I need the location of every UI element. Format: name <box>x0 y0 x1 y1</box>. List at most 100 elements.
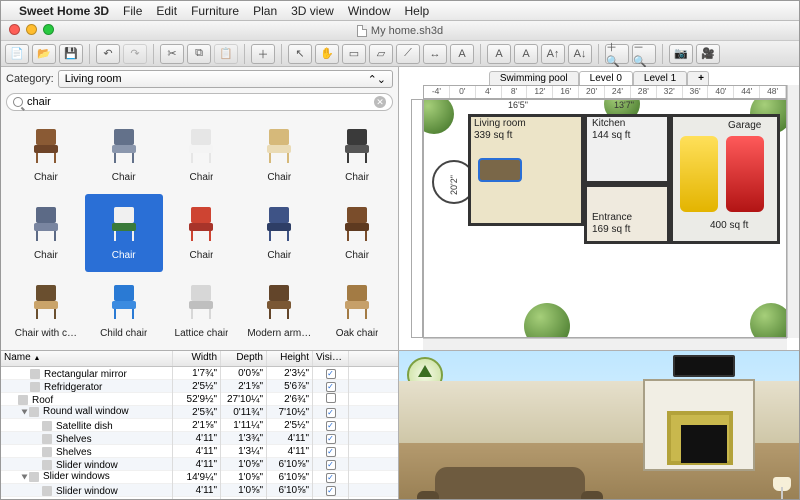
italic-button[interactable]: A <box>514 44 538 64</box>
plan-vertical-scrollbar[interactable] <box>787 85 799 338</box>
visible-checkbox[interactable]: ✓ <box>326 486 336 496</box>
room-tool-button[interactable]: ▱ <box>369 44 393 64</box>
plan-view-panel[interactable]: Swimming pool Level 0 Level 1 + -4'0'4'8… <box>399 67 799 351</box>
zoom-out-button[interactable]: －🔍 <box>632 44 656 64</box>
visible-checkbox[interactable]: ✓ <box>326 460 336 470</box>
document-proxy-icon[interactable] <box>357 25 367 37</box>
toolbar-separator <box>153 44 154 64</box>
catalog-search-field[interactable]: ✕ <box>6 93 393 111</box>
wall-tool-button[interactable]: ▭ <box>342 44 366 64</box>
plan-canvas[interactable]: 16'5" 13'7" 20'2" 20'6" Living room339 s… <box>423 99 787 338</box>
catalog-item[interactable]: Chair <box>163 194 241 272</box>
category-select[interactable]: Living room ⌃⌄ <box>58 70 393 88</box>
catalog-item[interactable]: Oak chair <box>318 272 396 350</box>
level-tabs: Swimming pool Level 0 Level 1 + <box>399 67 799 85</box>
3d-view-panel[interactable] <box>399 351 799 500</box>
catalog-item[interactable]: Chair <box>7 116 85 194</box>
catalog-search-input[interactable] <box>27 96 370 108</box>
polyline-tool-button[interactable]: ⟋ <box>396 44 420 64</box>
cut-button[interactable]: ✂ <box>160 44 184 64</box>
ruler-tick: 24' <box>605 86 631 98</box>
tab-swimming-pool[interactable]: Swimming pool <box>489 71 579 85</box>
furniture-row[interactable]: Slider window 4'11" 1'0⅝" 6'10⅝" ✓ <box>1 458 398 471</box>
select-tool-button[interactable]: ↖ <box>288 44 312 64</box>
visible-checkbox[interactable]: ✓ <box>326 434 336 444</box>
add-level-button[interactable]: + <box>687 71 709 85</box>
ruler-tick: -4' <box>424 86 450 98</box>
catalog-item[interactable]: Child chair <box>85 272 163 350</box>
catalog-item-label: Modern arm… <box>247 328 311 339</box>
plan-item-sofa[interactable] <box>478 158 522 182</box>
menu-help[interactable]: Help <box>405 4 430 18</box>
catalog-item[interactable]: Modern arm… <box>240 272 318 350</box>
ruler-tick: 8' <box>502 86 528 98</box>
visible-checkbox[interactable]: ✓ <box>326 421 336 431</box>
car-yellow-icon[interactable] <box>680 136 718 212</box>
visible-checkbox[interactable]: ✓ <box>326 447 336 457</box>
cell-width: 1'7¾" <box>173 367 221 380</box>
catalog-item[interactable]: Chair <box>85 116 163 194</box>
ruler-tick: 28' <box>631 86 657 98</box>
visible-checkbox[interactable] <box>326 393 336 403</box>
visible-checkbox[interactable]: ✓ <box>326 473 336 483</box>
catalog-item[interactable]: Chair <box>318 116 396 194</box>
dimension-tool-button[interactable]: ↔ <box>423 44 447 64</box>
catalog-item-label: Lattice chair <box>175 328 229 339</box>
cell-width: 2'5½" <box>173 380 221 393</box>
close-window-button[interactable] <box>9 24 20 35</box>
disclosure-triangle-icon[interactable] <box>22 409 28 414</box>
zoom-window-button[interactable] <box>43 24 54 35</box>
minimize-window-button[interactable] <box>26 24 37 35</box>
menu-plan[interactable]: Plan <box>253 4 277 18</box>
3d-lamp <box>773 477 791 500</box>
catalog-item[interactable]: Chair <box>7 194 85 272</box>
col-height[interactable]: Height <box>267 351 313 366</box>
save-file-button[interactable]: 💾 <box>59 44 83 64</box>
catalog-item[interactable]: Chair <box>240 194 318 272</box>
catalog-item[interactable]: Chair with c… <box>7 272 85 350</box>
copy-button[interactable]: ⧉ <box>187 44 211 64</box>
new-file-button[interactable]: 📄 <box>5 44 29 64</box>
catalog-item[interactable]: Chair <box>318 194 396 272</box>
photo-button[interactable]: 📷 <box>669 44 693 64</box>
menu-edit[interactable]: Edit <box>156 4 177 18</box>
add-furniture-button[interactable]: ＋ <box>251 44 275 64</box>
bold-button[interactable]: A <box>487 44 511 64</box>
inc-text-button[interactable]: A↑ <box>541 44 565 64</box>
catalog-item[interactable]: Chair <box>85 194 163 272</box>
visible-checkbox[interactable]: ✓ <box>326 369 336 379</box>
clear-search-button[interactable]: ✕ <box>374 96 386 108</box>
col-depth[interactable]: Depth <box>221 351 267 366</box>
app-menu[interactable]: Sweet Home 3D <box>19 4 109 18</box>
catalog-item[interactable]: Chair <box>163 116 241 194</box>
undo-button[interactable]: ↶ <box>96 44 120 64</box>
tab-level-1[interactable]: Level 1 <box>633 71 687 85</box>
menu-file[interactable]: File <box>123 4 142 18</box>
menu-3dview[interactable]: 3D view <box>291 4 334 18</box>
tab-level-0[interactable]: Level 0 <box>579 71 633 85</box>
catalog-item[interactable]: Chair <box>240 116 318 194</box>
zoom-in-button[interactable]: ＋🔍 <box>605 44 629 64</box>
car-red-icon[interactable] <box>726 136 764 212</box>
visible-checkbox[interactable]: ✓ <box>326 382 336 392</box>
plan-horizontal-scrollbar[interactable] <box>423 338 787 350</box>
video-button[interactable]: 🎥 <box>696 44 720 64</box>
catalog-item[interactable]: Lattice chair <box>163 272 241 350</box>
cell-depth: 0'0⅝" <box>221 367 267 380</box>
catalog-item-label: Chair <box>345 250 369 261</box>
col-width[interactable]: Width <box>173 351 221 366</box>
furniture-list-body[interactable]: Rectangular mirror 1'7¾" 0'0⅝" 2'3½" ✓ R… <box>1 367 398 500</box>
menu-window[interactable]: Window <box>348 4 391 18</box>
menu-furniture[interactable]: Furniture <box>191 4 239 18</box>
text-tool-button[interactable]: A <box>450 44 474 64</box>
cell-height: 4'11" <box>267 432 313 445</box>
catalog-thumbnail <box>94 194 154 248</box>
col-name[interactable]: Name ▲ <box>1 351 173 366</box>
dec-text-button[interactable]: A↓ <box>568 44 592 64</box>
open-file-button[interactable]: 📂 <box>32 44 56 64</box>
visible-checkbox[interactable]: ✓ <box>326 408 336 418</box>
col-visible[interactable]: Visible <box>313 351 349 366</box>
furniture-row[interactable]: Roof 52'9½" 27'10¼" 2'6¾" <box>1 393 398 406</box>
pan-tool-button[interactable]: ✋ <box>315 44 339 64</box>
disclosure-triangle-icon[interactable] <box>22 474 28 479</box>
